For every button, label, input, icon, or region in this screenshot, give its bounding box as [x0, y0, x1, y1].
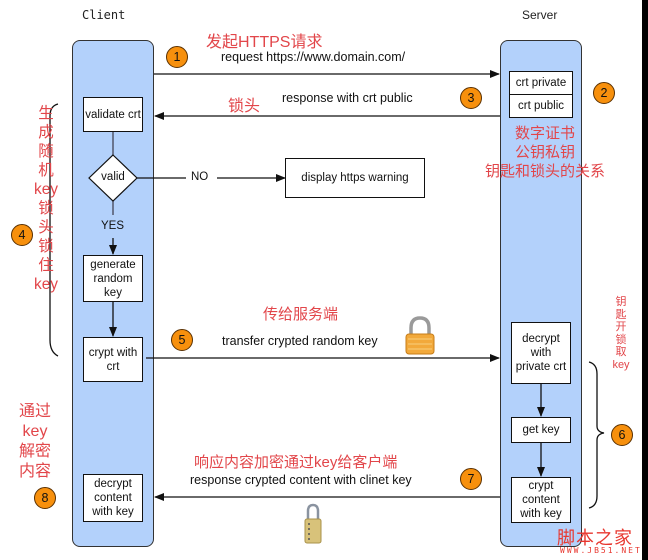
crt-public-box: crt public [509, 94, 573, 118]
annotation-step6-char: key [612, 358, 630, 371]
annotation-step4: 生 成 随 机 key 锁 头 锁 住 key [26, 104, 66, 294]
annotation-step4-char: 生 [38, 105, 54, 122]
annotation-step6-char: 取 [615, 346, 627, 358]
transfer-key-message: transfer crypted random key [222, 334, 378, 348]
step-badge-1: 1 [166, 46, 188, 68]
response-content-message: response crypted content with clinet key [190, 473, 412, 487]
annotation-step1: 发起HTTPS请求 [206, 34, 323, 51]
generate-random-key-box: generate random key [83, 255, 143, 302]
annotation-step4-char: 锁 [38, 200, 54, 217]
decrypt-private-crt-box: decrypt with private crt [511, 322, 571, 384]
get-key-box: get key [511, 417, 571, 443]
annotation-step2-line3: 钥匙和锁头的关系 [484, 163, 605, 180]
annotation-step4-char: key [33, 181, 59, 198]
step-badge-8: 8 [34, 487, 56, 509]
step-badge-3: 3 [460, 87, 482, 109]
annotation-step6-char: 开 [615, 321, 627, 333]
annotation-step8-line: key [22, 423, 48, 440]
request-message: request https://www.domain.com/ [221, 50, 406, 64]
no-label: NO [191, 171, 209, 183]
step-badge-5: 5 [171, 329, 193, 351]
response-crt-message: response with crt public [282, 91, 413, 105]
yes-label: YES [101, 220, 125, 232]
annotation-step6-char: 锁 [615, 333, 627, 346]
validate-crt-box: validate crt [83, 97, 143, 132]
annotation-step4-char: 机 [38, 162, 54, 179]
decrypt-content-box: decrypt content with key [83, 474, 143, 522]
combination-lock-icon [304, 503, 322, 544]
crypt-content-box: crypt content with key [511, 477, 571, 523]
annotation-step3: 锁头 [228, 98, 261, 115]
annotation-step4-char: key [33, 276, 59, 293]
annotation-step8-line: 内容 [18, 463, 51, 480]
display-https-warning-box: display https warning [285, 158, 425, 198]
annotation-step8: 通过 key 解密 内容 [12, 402, 58, 482]
padlock-icon [405, 316, 435, 355]
annotation-step8-line: 通过 [18, 403, 51, 420]
valid-decision-label: valid [101, 171, 125, 183]
crypt-with-crt-box: crypt with crt [83, 337, 143, 382]
annotation-step6-char: 匙 [615, 308, 627, 321]
annotation-step6: 钥 匙 开 锁 取 key [608, 296, 634, 371]
annotation-step2: 数字证书 公钥私钥 钥匙和锁头的关系 [470, 124, 620, 181]
watermark-url: WWW.JB51.NET [560, 546, 642, 555]
step-badge-2: 2 [593, 82, 615, 104]
crt-private-box: crt private [509, 71, 573, 95]
annotation-step4-char: 随 [38, 143, 54, 160]
step-badge-6: 6 [611, 424, 633, 446]
annotation-step6-char: 钥 [615, 296, 627, 308]
annotation-step2-line1: 数字证书 [514, 125, 575, 142]
annotation-step4-char: 锁 [38, 238, 54, 255]
annotation-step4-char: 成 [38, 124, 54, 141]
annotation-step5: 传给服务端 [263, 306, 339, 323]
annotation-step8-line: 解密 [18, 443, 51, 460]
brace-step6 [588, 361, 605, 509]
annotation-step4-char: 住 [38, 257, 54, 274]
annotation-step4-char: 头 [38, 219, 54, 236]
annotation-step7: 响应内容加密通过key给客户端 [194, 454, 398, 471]
annotation-step2-line2: 公钥私钥 [514, 144, 575, 161]
step-badge-7: 7 [460, 468, 482, 490]
